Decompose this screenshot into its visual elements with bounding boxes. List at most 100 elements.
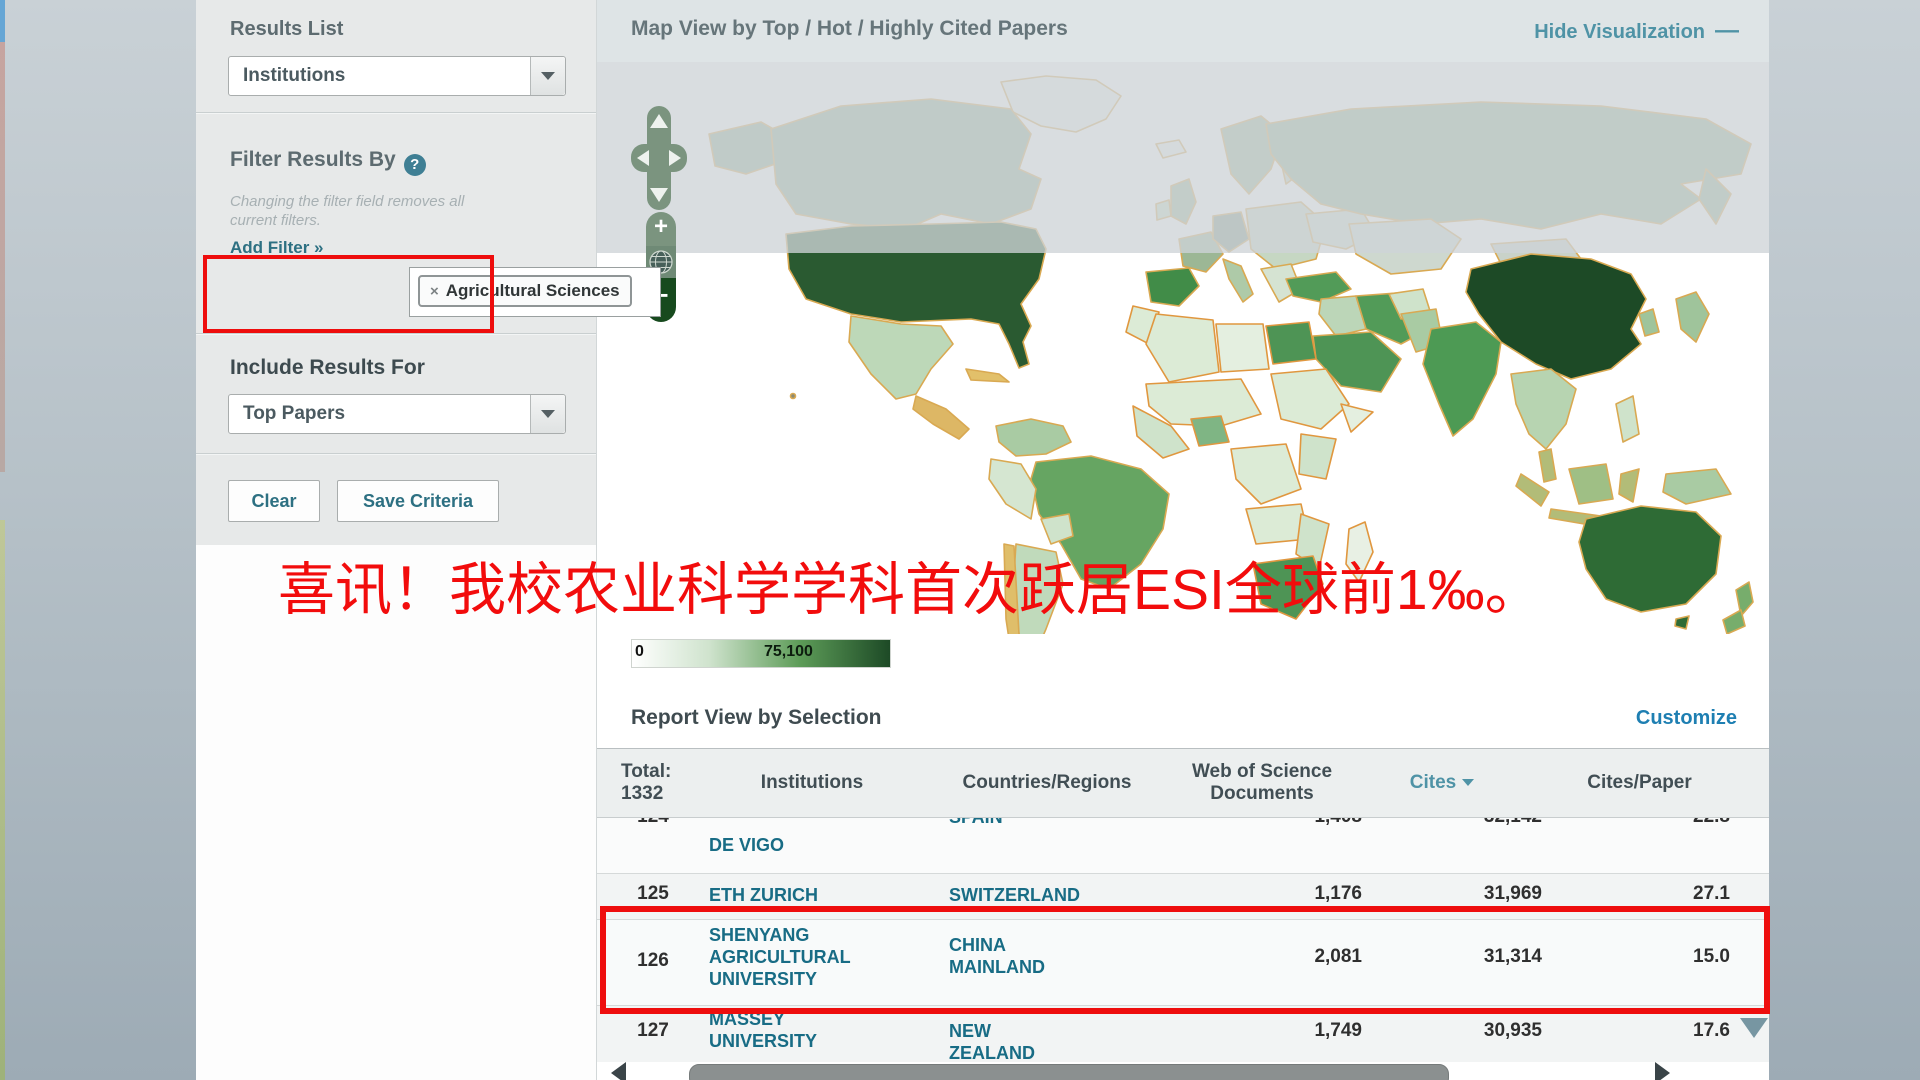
map-region-libya[interactable] <box>1216 324 1269 372</box>
total-value: 1332 <box>621 783 663 804</box>
divider <box>196 333 596 335</box>
sort-desc-icon <box>1462 779 1474 786</box>
filter-results-label: Filter Results By? <box>230 148 426 176</box>
map-region-kenya[interactable] <box>1299 434 1336 479</box>
chevron-down-icon[interactable] <box>530 395 565 433</box>
column-header-cites-per-paper[interactable]: Cites/Paper <box>1547 772 1732 794</box>
scroll-down-icon[interactable] <box>1740 1018 1768 1038</box>
map-overlay-band <box>597 62 1769 253</box>
map-region-congo[interactable] <box>1231 444 1301 504</box>
hide-visualization-label: Hide Visualization <box>1534 21 1705 43</box>
map-region-korea[interactable] <box>1639 309 1659 336</box>
column-header-countries[interactable]: Countries/Regions <box>957 772 1137 794</box>
cites-per-paper-cell: 22.8 <box>1552 818 1730 828</box>
scroll-right-icon[interactable] <box>1655 1062 1670 1080</box>
documents-label-line1: Web of Science <box>1192 761 1332 782</box>
map-pan-control[interactable] <box>631 106 687 210</box>
map-region-horn[interactable] <box>1341 404 1373 432</box>
scrollbar-thumb[interactable] <box>689 1064 1449 1080</box>
map-country-mexico[interactable] <box>849 316 953 399</box>
zoom-in-button[interactable]: + <box>646 212 676 246</box>
map-region-se-asia[interactable] <box>1511 369 1576 449</box>
cites-cell: 32,142 <box>1342 818 1542 828</box>
filter-highlight-box <box>203 255 494 333</box>
legend-min-label: 0 <box>635 643 644 661</box>
rank-cell: 124 <box>621 818 685 828</box>
map-country-india[interactable] <box>1423 322 1501 436</box>
map-region-hawaii[interactable] <box>791 394 796 399</box>
documents-label-line2: Documents <box>1210 783 1313 804</box>
column-header-institutions[interactable]: Institutions <box>727 772 897 794</box>
chevron-down-icon[interactable] <box>530 57 565 95</box>
documents-cell: 1,176 <box>1157 883 1362 905</box>
edge-strip-blue <box>0 0 5 42</box>
table-row[interactable]: 127 MASSEY UNIVERSITY NEW ZEALAND 1,749 … <box>597 1006 1769 1062</box>
map-country-egypt[interactable] <box>1266 322 1316 364</box>
cites-cell: 30,935 <box>1342 1020 1542 1042</box>
country-cell: SPAIN <box>949 818 1081 828</box>
results-list-dropdown[interactable]: Institutions <box>228 56 566 96</box>
map-color-scale-legend: 0 75,100 <box>631 639 891 668</box>
map-country-australia[interactable] <box>1579 506 1721 612</box>
map-region-borneo[interactable] <box>1569 464 1613 504</box>
map-region-new-guinea[interactable] <box>1663 469 1731 504</box>
documents-cell: 1,408 <box>1157 818 1362 828</box>
institution-link[interactable]: MASSEY UNIVERSITY <box>709 1008 877 1052</box>
page: Results List Institutions Filter Results… <box>0 0 1920 1080</box>
country-cell: NEW ZEALAND <box>949 1020 1081 1062</box>
include-results-value: Top Papers <box>243 403 345 425</box>
map-country-japan[interactable] <box>1676 292 1709 342</box>
rank-cell: 125 <box>621 883 685 905</box>
table-row[interactable]: 124 DE VIGO SPAIN 1,408 32,142 22.8 <box>597 818 1769 874</box>
results-list-value: Institutions <box>243 65 345 87</box>
map-region-italy[interactable] <box>1223 259 1253 302</box>
map-region-peru[interactable] <box>989 459 1036 519</box>
include-results-label: Include Results For <box>230 356 425 380</box>
filter-note-line1: Changing the filter field removes all <box>230 193 464 210</box>
map-region-caribbean[interactable] <box>966 369 1009 382</box>
help-icon[interactable]: ? <box>404 154 426 176</box>
country-cell: SWITZERLAND <box>949 884 1081 906</box>
filter-results-text: Filter Results By <box>230 148 396 171</box>
save-criteria-button[interactable]: Save Criteria <box>337 480 499 522</box>
scroll-left-icon[interactable] <box>611 1062 626 1080</box>
divider <box>196 112 596 114</box>
rank-cell: 127 <box>621 1020 685 1042</box>
map-region-tasmania[interactable] <box>1675 616 1689 629</box>
clear-button[interactable]: Clear <box>228 480 320 522</box>
minus-icon: — <box>1715 17 1739 44</box>
map-region-new-zealand-south[interactable] <box>1723 610 1745 634</box>
customize-link[interactable]: Customize <box>1636 707 1737 730</box>
cites-cell: 31,969 <box>1342 883 1542 905</box>
map-region-philippines[interactable] <box>1616 396 1639 442</box>
map-region-malay[interactable] <box>1539 449 1556 482</box>
map-view-title: Map View by Top / Hot / Highly Cited Pap… <box>631 17 1068 41</box>
legend-max-label: 75,100 <box>764 643 813 661</box>
hide-visualization-link[interactable]: Hide Visualization — <box>1534 17 1739 45</box>
row-highlight-box <box>600 906 1770 1014</box>
filter-note-line2: current filters. <box>230 212 321 229</box>
table-header: Total: 1332 Institutions Countries/Regio… <box>597 748 1769 818</box>
cites-label: Cites <box>1410 772 1456 793</box>
map-region-algeria[interactable] <box>1146 314 1219 382</box>
horizontal-scrollbar[interactable] <box>597 1062 1769 1080</box>
institution-link[interactable]: DE VIGO <box>709 834 877 856</box>
map-region-central-america[interactable] <box>913 396 969 439</box>
column-header-documents[interactable]: Web of Science Documents <box>1157 761 1367 805</box>
institution-link[interactable]: ETH ZURICH <box>709 884 877 906</box>
filter-note: Changing the filter field removes all cu… <box>230 192 464 230</box>
edge-strip-red <box>0 42 5 472</box>
announcement-text: 喜讯！我校农业科学学科首次跃居ESI全球前1‰。 <box>278 544 1542 626</box>
divider <box>196 453 596 455</box>
column-header-cites-sorted[interactable]: Cites <box>1367 772 1517 794</box>
map-country-spain[interactable] <box>1146 268 1199 306</box>
edge-strip-green <box>0 520 5 1080</box>
table-total-count: Total: 1332 <box>621 761 671 805</box>
cites-per-paper-cell: 27.1 <box>1552 883 1730 905</box>
report-view-title: Report View by Selection <box>631 706 882 730</box>
include-results-dropdown[interactable]: Top Papers <box>228 394 566 434</box>
clipped-next-row-text <box>709 1054 796 1062</box>
map-region-sulawesi[interactable] <box>1619 469 1639 502</box>
cites-per-paper-cell: 17.6 <box>1552 1020 1730 1042</box>
map-region-colombia[interactable] <box>996 419 1071 456</box>
